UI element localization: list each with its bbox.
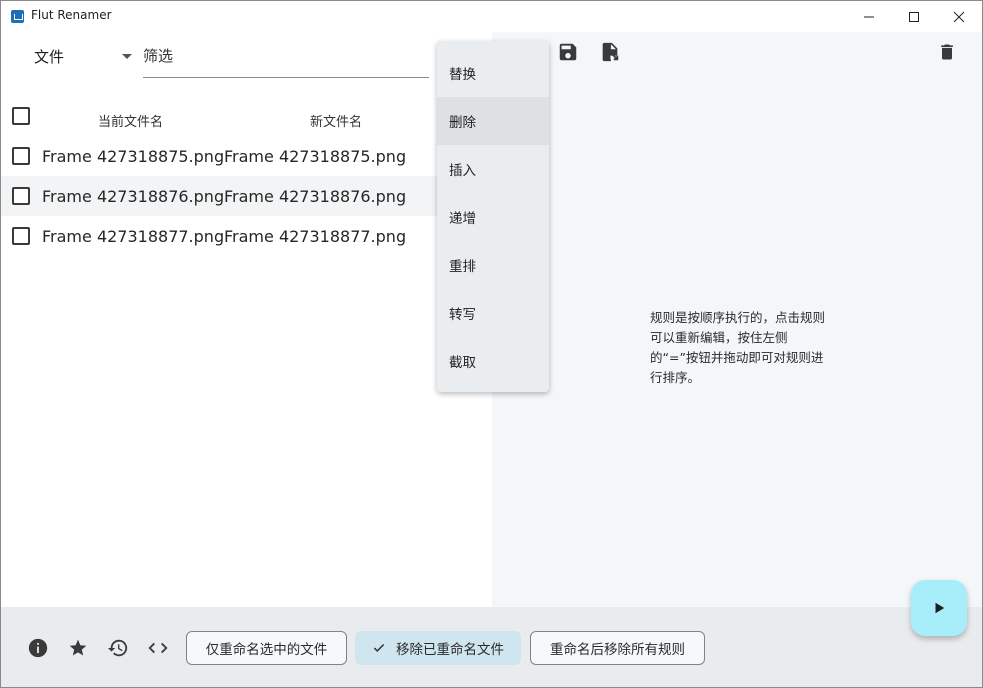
table-header: 当前文件名 新文件名 bbox=[1, 102, 492, 136]
row-checkbox[interactable] bbox=[12, 227, 30, 245]
current-filename-cell: Frame 427318877.png bbox=[42, 227, 225, 246]
select-all-checkbox[interactable] bbox=[12, 107, 30, 125]
type-select[interactable]: 文件 bbox=[34, 46, 134, 68]
chip-label: 移除已重命名文件 bbox=[396, 642, 504, 658]
save-rules-button[interactable] bbox=[556, 40, 580, 64]
menu-item-insert[interactable]: 插入 bbox=[437, 145, 549, 193]
rename-selected-only-chip[interactable]: 仅重命名选中的文件 bbox=[186, 631, 347, 665]
column-header-new-name: 新文件名 bbox=[310, 115, 363, 130]
menu-item-increment[interactable]: 递增 bbox=[437, 193, 549, 241]
new-filename-cell: Frame 427318876.png bbox=[224, 187, 407, 206]
bottom-bar: 仅重命名选中的文件 移除已重命名文件 重命名后移除所有规则 bbox=[1, 607, 982, 687]
delete-all-rules-button[interactable] bbox=[935, 40, 959, 64]
code-icon bbox=[148, 642, 168, 654]
type-select-value: 文件 bbox=[34, 48, 65, 66]
table-row[interactable]: Frame 427318876.png Frame 427318876.png bbox=[1, 176, 492, 216]
load-rules-button[interactable] bbox=[598, 40, 622, 64]
history-button[interactable] bbox=[107, 637, 129, 659]
app-logo-icon bbox=[11, 10, 24, 23]
filter-input[interactable] bbox=[143, 44, 429, 78]
file-table-body: Frame 427318875.png Frame 427318875.png … bbox=[1, 136, 492, 256]
minimize-icon bbox=[864, 16, 874, 17]
remove-renamed-chip[interactable]: 移除已重命名文件 bbox=[355, 631, 521, 665]
new-filename-cell: Frame 427318875.png bbox=[224, 147, 407, 166]
maximize-button[interactable] bbox=[891, 1, 937, 32]
chip-label: 仅重命名选中的文件 bbox=[205, 642, 328, 658]
row-checkbox[interactable] bbox=[12, 187, 30, 205]
chip-label: 重命名后移除所有规则 bbox=[550, 642, 685, 658]
favorites-button[interactable] bbox=[67, 637, 89, 659]
menu-item-reorder[interactable]: 重排 bbox=[437, 241, 549, 289]
rules-hint-text: 规则是按顺序执行的，点击规则可以重新编辑，按住左侧的“=”按钮并拖动即可对规则进… bbox=[650, 310, 826, 385]
star-icon bbox=[69, 639, 87, 656]
remove-rules-after-rename-chip[interactable]: 重命名后移除所有规则 bbox=[530, 631, 705, 665]
info-icon bbox=[28, 638, 48, 658]
menu-item-replace[interactable]: 替换 bbox=[437, 49, 549, 97]
file-list-pane: 文件 当前文件名 新文件名 Frame 427318875.png Frame … bbox=[1, 32, 492, 607]
history-icon bbox=[107, 639, 128, 657]
minimize-button[interactable] bbox=[846, 1, 892, 32]
close-icon bbox=[953, 11, 965, 22]
add-rule-menu: 替换 删除 插入 递增 重排 转写 截取 bbox=[437, 41, 549, 392]
menu-item-transliterate[interactable]: 转写 bbox=[437, 289, 549, 337]
dropdown-arrow-icon bbox=[122, 54, 132, 59]
row-checkbox[interactable] bbox=[12, 147, 30, 165]
check-icon bbox=[373, 643, 385, 652]
title-bar: Flut Renamer bbox=[1, 1, 982, 32]
new-filename-cell: Frame 427318877.png bbox=[224, 227, 407, 246]
window-title: Flut Renamer bbox=[31, 8, 112, 22]
menu-item-truncate[interactable]: 截取 bbox=[437, 337, 549, 385]
play-icon bbox=[935, 602, 945, 614]
code-button[interactable] bbox=[147, 637, 169, 659]
info-button[interactable] bbox=[27, 637, 49, 659]
table-row[interactable]: Frame 427318875.png Frame 427318875.png bbox=[1, 136, 492, 176]
table-row[interactable]: Frame 427318877.png Frame 427318877.png bbox=[1, 216, 492, 256]
file-open-icon bbox=[602, 42, 619, 62]
close-button[interactable] bbox=[936, 1, 982, 32]
run-rename-button[interactable] bbox=[911, 580, 967, 636]
app-window: Flut Renamer 文件 当前文件名 新文件名 Frame 4273188… bbox=[0, 0, 983, 688]
current-filename-cell: Frame 427318875.png bbox=[42, 147, 225, 166]
rules-pane: 规则是按顺序执行的，点击规则可以重新编辑，按住左侧的“=”按钮并拖动即可对规则进… bbox=[492, 32, 982, 607]
column-header-current-name: 当前文件名 bbox=[98, 115, 164, 130]
current-filename-cell: Frame 427318876.png bbox=[42, 187, 225, 206]
maximize-icon bbox=[909, 11, 919, 22]
menu-item-delete[interactable]: 删除 bbox=[437, 97, 549, 145]
save-icon bbox=[559, 43, 577, 61]
trash-icon bbox=[941, 44, 953, 60]
